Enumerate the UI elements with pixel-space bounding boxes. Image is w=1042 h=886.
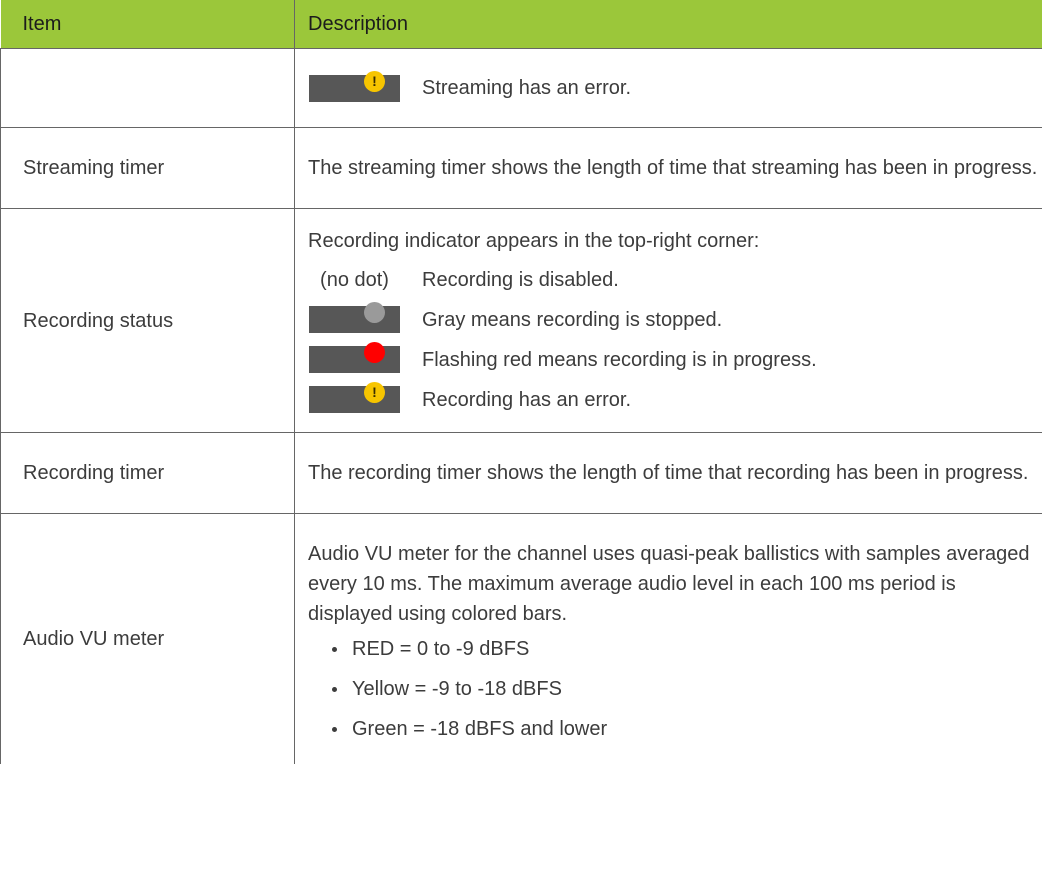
indicator-row: Gray means recording is stopped. bbox=[308, 300, 1039, 340]
column-header-description: Description bbox=[294, 0, 1042, 49]
bullet-icon bbox=[332, 687, 337, 692]
status-indicator-bar: ! bbox=[309, 70, 400, 102]
row-item-label bbox=[0, 48, 295, 128]
table-row: Recording status Recording indicator app… bbox=[0, 208, 1042, 433]
table-row: ! Streaming has an error. bbox=[0, 48, 1042, 128]
indicator-row: ! Recording has an error. bbox=[308, 380, 1039, 420]
indicator-text: Gray means recording is stopped. bbox=[422, 308, 723, 331]
row-description: ! Streaming has an error. bbox=[294, 48, 1042, 128]
indicator-text: Streaming has an error. bbox=[422, 77, 631, 99]
status-table: Item Description ! Streaming has an erro… bbox=[0, 0, 1042, 764]
table-row: Recording timer The recording timer show… bbox=[0, 432, 1042, 514]
column-header-item: Item bbox=[0, 0, 295, 49]
row-item-label: Streaming timer bbox=[0, 127, 295, 209]
indicator-text: Recording is disabled. bbox=[422, 268, 619, 291]
row-description: The streaming timer shows the length of … bbox=[294, 127, 1042, 209]
row-item-label: Recording status bbox=[0, 208, 295, 433]
gray-dot-icon bbox=[364, 302, 385, 323]
vu-level-list: RED = 0 to -9 dBFS Yellow = -9 to -18 dB… bbox=[308, 629, 1039, 749]
warning-icon: ! bbox=[364, 70, 385, 92]
vu-meter-description: Audio VU meter for the channel uses quas… bbox=[308, 543, 1030, 625]
red-dot-icon bbox=[364, 342, 385, 363]
status-indicator-bar bbox=[309, 342, 400, 373]
list-item: Green = -18 dBFS and lower bbox=[308, 709, 1039, 749]
indicator-row: ! Streaming has an error. bbox=[308, 68, 1039, 108]
indicator-text: Flashing red means recording is in progr… bbox=[422, 348, 817, 371]
table-row: Audio VU meter Audio VU meter for the ch… bbox=[0, 513, 1042, 764]
indicator-text: Recording has an error. bbox=[422, 388, 632, 411]
row-description: Recording indicator appears in the top-r… bbox=[294, 208, 1042, 433]
recording-intro: Recording indicator appears in the top-r… bbox=[308, 229, 760, 252]
status-indicator-bar: ! bbox=[309, 382, 400, 413]
row-description: Audio VU meter for the channel uses quas… bbox=[294, 513, 1042, 764]
row-description: The recording timer shows the length of … bbox=[294, 432, 1042, 514]
row-item-label: Audio VU meter bbox=[0, 513, 295, 764]
warning-icon: ! bbox=[364, 382, 385, 403]
row-item-label: Recording timer bbox=[0, 432, 295, 514]
indicator-row: (no dot) Recording is disabled. bbox=[308, 260, 1039, 300]
status-indicator-bar bbox=[309, 302, 400, 333]
bullet-icon bbox=[332, 727, 337, 732]
list-item: Yellow = -9 to -18 dBFS bbox=[308, 669, 1039, 709]
no-dot-label: (no dot) bbox=[320, 268, 389, 291]
list-item: RED = 0 to -9 dBFS bbox=[308, 629, 1039, 669]
table-row: Streaming timer The streaming timer show… bbox=[0, 127, 1042, 209]
indicator-row: Flashing red means recording is in progr… bbox=[308, 340, 1039, 380]
table-header-row: Item Description bbox=[0, 0, 1042, 49]
bullet-icon bbox=[332, 647, 337, 652]
